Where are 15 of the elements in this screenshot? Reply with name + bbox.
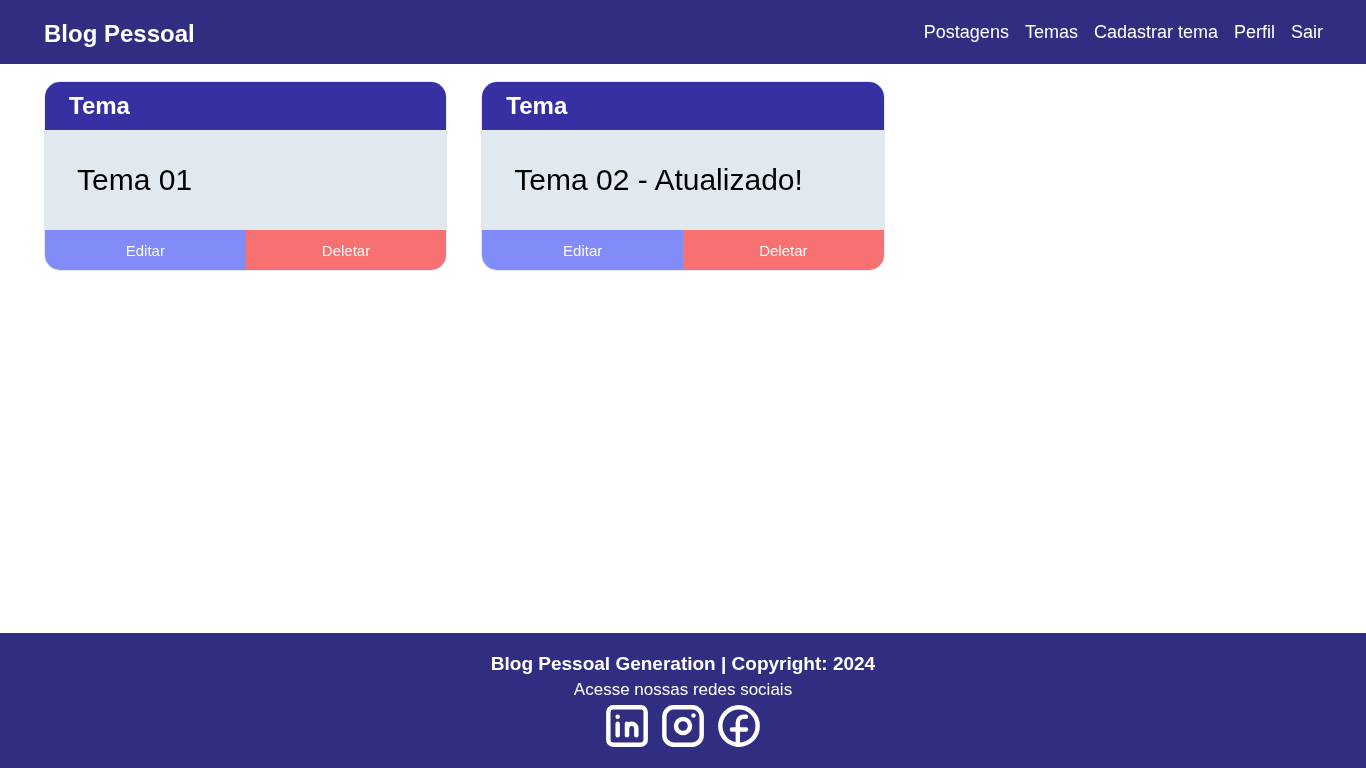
- instagram-icon[interactable]: [662, 705, 704, 747]
- nav-link[interactable]: Cadastrar tema: [1093, 21, 1218, 43]
- nav-link[interactable]: Perfil: [1233, 21, 1275, 43]
- theme-description: Tema 01: [77, 163, 193, 197]
- card-header: Tema: [482, 82, 884, 130]
- linkedin-icon[interactable]: [606, 705, 648, 747]
- blog-logo[interactable]: Blog Pessoal: [44, 20, 195, 48]
- social-caption: Acesse nossas redes sociais: [573, 679, 793, 701]
- nav-link[interactable]: Sair: [1291, 21, 1323, 43]
- copyright-text: Blog Pessoal Generation | Copyright: 2024: [490, 652, 876, 676]
- theme-description: Tema 02 - Atualizado!: [514, 163, 803, 197]
- facebook-icon[interactable]: [718, 705, 760, 747]
- card-header: Tema: [45, 82, 447, 130]
- nav-link[interactable]: Temas: [1024, 21, 1078, 43]
- nav-link[interactable]: Postagens: [923, 21, 1009, 43]
